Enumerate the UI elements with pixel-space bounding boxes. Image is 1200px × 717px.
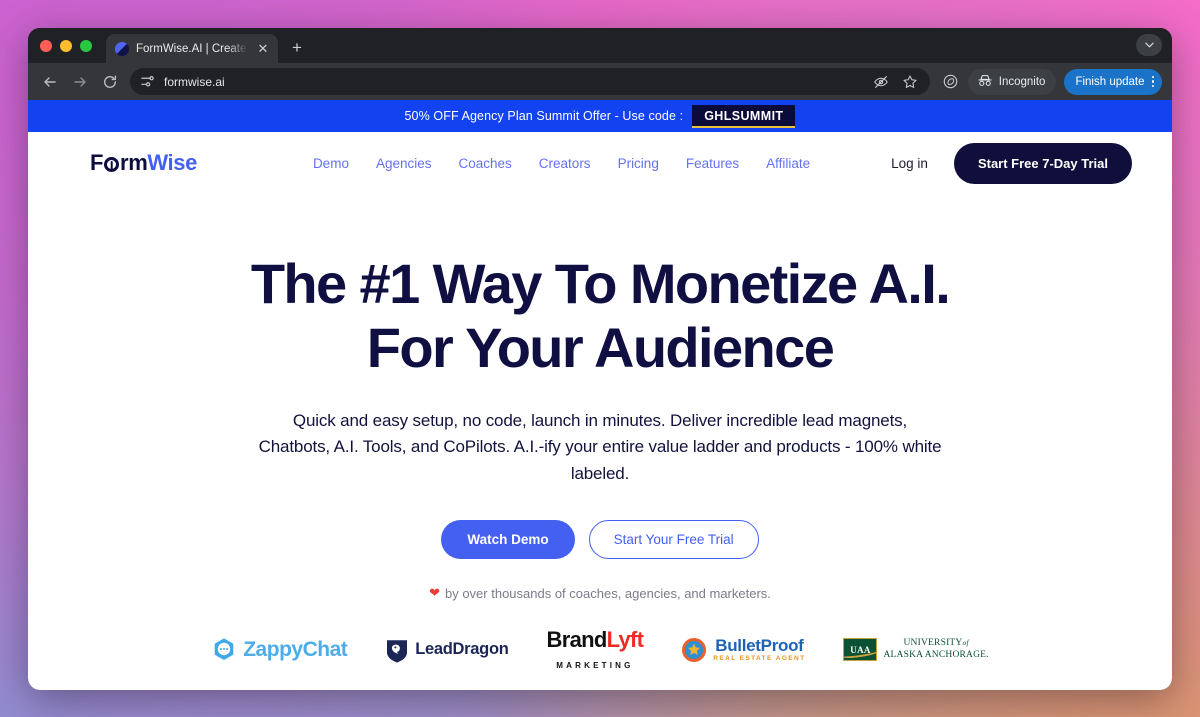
tab-title: FormWise.AI | Create White L bbox=[136, 42, 248, 55]
nav-item-pricing[interactable]: Pricing bbox=[618, 156, 659, 171]
social-proof-text: by over thousands of coaches, agencies, … bbox=[444, 585, 771, 601]
leaddragon-wordmark: LeadDragon bbox=[415, 640, 509, 659]
brandlyft-word-lyft: Lyft bbox=[606, 627, 644, 653]
brand-zappychat: ZappyChat bbox=[211, 637, 348, 663]
brand-brandlyft: BrandLyft MARKETING bbox=[547, 629, 644, 671]
bulletproof-wordmark-group: BulletProof REAL ESTATE AGENT bbox=[713, 635, 806, 663]
new-tab-button[interactable]: + bbox=[284, 35, 310, 61]
bulletproof-star-badge-icon bbox=[681, 637, 707, 663]
tab-favicon-icon bbox=[115, 41, 129, 56]
browser-menu-kebab-icon[interactable] bbox=[1149, 75, 1158, 88]
logo-text-form: F rm bbox=[90, 150, 148, 176]
announcement-text: 50% OFF Agency Plan Summit Offer - Use c… bbox=[404, 109, 684, 123]
bulletproof-word-bullet: Bullet bbox=[715, 635, 761, 655]
close-tab-icon[interactable]: ✕ bbox=[255, 41, 271, 57]
bulletproof-wordmark: BulletProof bbox=[713, 635, 805, 655]
browser-tab[interactable]: FormWise.AI | Create White L ✕ bbox=[106, 34, 278, 63]
close-window-button[interactable] bbox=[40, 39, 52, 52]
header-actions: Log in Start Free 7-Day Trial bbox=[891, 142, 1132, 184]
address-bar[interactable]: formwise.ai bbox=[130, 68, 930, 95]
back-arrow-icon[interactable] bbox=[36, 68, 64, 96]
uaa-line-1: UNIVERSITYof bbox=[883, 638, 988, 649]
window-traffic-lights bbox=[40, 28, 106, 63]
brandlyft-word-brand: Brand bbox=[546, 627, 608, 653]
uaa-wordmark: UNIVERSITYof ALASKA ANCHORAGE. bbox=[883, 638, 988, 660]
leaf-extension-icon[interactable] bbox=[938, 69, 964, 95]
start-your-free-trial-button[interactable]: Start Your Free Trial bbox=[588, 520, 759, 560]
eye-slash-icon[interactable] bbox=[873, 74, 889, 90]
nav-item-creators[interactable]: Creators bbox=[539, 156, 591, 171]
brandlyft-wordmark: BrandLyft bbox=[547, 629, 644, 651]
zappychat-speech-hexagon-icon bbox=[211, 637, 237, 663]
tune-sliders-icon[interactable] bbox=[140, 74, 155, 89]
social-proof: ❤ by over thousands of coaches, agencies… bbox=[28, 585, 1172, 601]
browser-window: FormWise.AI | Create White L ✕ + bbox=[28, 28, 1172, 690]
forward-arrow-icon[interactable] bbox=[66, 68, 94, 96]
logo-keyhole-o-icon bbox=[104, 156, 120, 172]
uaa-seal-icon: UAA bbox=[843, 638, 878, 662]
uaa-word-of: of bbox=[962, 638, 969, 648]
start-free-trial-button[interactable]: Start Free 7-Day Trial bbox=[953, 142, 1132, 184]
incognito-label: Incognito bbox=[998, 75, 1046, 88]
address-bar-url: formwise.ai bbox=[164, 74, 225, 89]
minimize-window-button[interactable] bbox=[60, 39, 72, 52]
heart-icon: ❤ bbox=[429, 585, 440, 601]
finish-update-button[interactable]: Finish update bbox=[1064, 68, 1162, 95]
watch-demo-button[interactable]: Watch Demo bbox=[441, 520, 575, 560]
logo-letter-f: F bbox=[90, 150, 104, 175]
logo-letters-rm: rm bbox=[120, 150, 148, 175]
site-nav: Demo Agencies Coaches Creators Pricing F… bbox=[313, 156, 810, 171]
browser-toolbar: formwise.ai Incognito Finish update bbox=[28, 63, 1172, 100]
page-viewport: 50% OFF Agency Plan Summit Offer - Use c… bbox=[28, 100, 1172, 690]
headline-line-1: The #1 Way To Monetize A.I. bbox=[250, 252, 951, 315]
reload-icon[interactable] bbox=[96, 68, 124, 96]
site-logo[interactable]: F rm Wise bbox=[90, 150, 197, 176]
desktop-wallpaper: FormWise.AI | Create White L ✕ + bbox=[0, 0, 1200, 717]
hero-subtext: Quick and easy setup, no code, launch in… bbox=[258, 411, 942, 483]
zappychat-wordmark: ZappyChat bbox=[243, 637, 348, 661]
brand-bulletproof: BulletProof REAL ESTATE AGENT bbox=[681, 635, 806, 663]
brand-university-of-alaska-anchorage: UAA UNIVERSITYof ALASKA ANCHORAGE. bbox=[843, 638, 989, 662]
headline-line-2: For Your Audience bbox=[366, 316, 835, 379]
bulletproof-word-proof: Proof bbox=[760, 635, 804, 655]
leaddragon-shield-icon bbox=[385, 637, 409, 663]
browser-tab-strip: FormWise.AI | Create White L ✕ + bbox=[28, 28, 1172, 63]
brand-leaddragon: LeadDragon bbox=[385, 637, 509, 663]
site-header: F rm Wise Demo Agencies Coaches Creators… bbox=[28, 132, 1172, 194]
uaa-line-2: ALASKA ANCHORAGE. bbox=[883, 649, 989, 660]
hero-bottom-spacer bbox=[28, 670, 1172, 690]
bulletproof-tagline: REAL ESTATE AGENT bbox=[713, 655, 806, 663]
nav-item-demo[interactable]: Demo bbox=[313, 156, 349, 171]
nav-item-features[interactable]: Features bbox=[686, 156, 739, 171]
star-icon[interactable] bbox=[902, 74, 918, 90]
tab-search-chevron-down-icon[interactable] bbox=[1136, 34, 1162, 56]
logo-text-wise: Wise bbox=[147, 150, 197, 175]
nav-item-coaches[interactable]: Coaches bbox=[459, 156, 512, 171]
maximize-window-button[interactable] bbox=[80, 39, 92, 52]
nav-item-affiliate[interactable]: Affiliate bbox=[766, 156, 810, 171]
page-title: The #1 Way To Monetize A.I. For Your Aud… bbox=[220, 256, 980, 376]
announcement-bar[interactable]: 50% OFF Agency Plan Summit Offer - Use c… bbox=[28, 100, 1172, 132]
brand-logo-strip: ZappyChat LeadDragon BrandLyft MARKETING… bbox=[28, 629, 1172, 670]
hero-section: The #1 Way To Monetize A.I. For Your Aud… bbox=[28, 194, 1172, 690]
incognito-hat-icon bbox=[977, 74, 993, 90]
finish-update-label: Finish update bbox=[1075, 75, 1145, 88]
brandlyft-tagline: MARKETING bbox=[556, 661, 634, 671]
incognito-indicator[interactable]: Incognito bbox=[967, 68, 1057, 95]
hero-cta-row: Watch Demo Start Your Free Trial bbox=[28, 520, 1172, 560]
login-link[interactable]: Log in bbox=[891, 156, 928, 171]
promo-code-badge[interactable]: GHLSUMMIT bbox=[692, 104, 796, 128]
uaa-word-university: UNIVERSITY bbox=[903, 638, 963, 649]
nav-item-agencies[interactable]: Agencies bbox=[376, 156, 432, 171]
